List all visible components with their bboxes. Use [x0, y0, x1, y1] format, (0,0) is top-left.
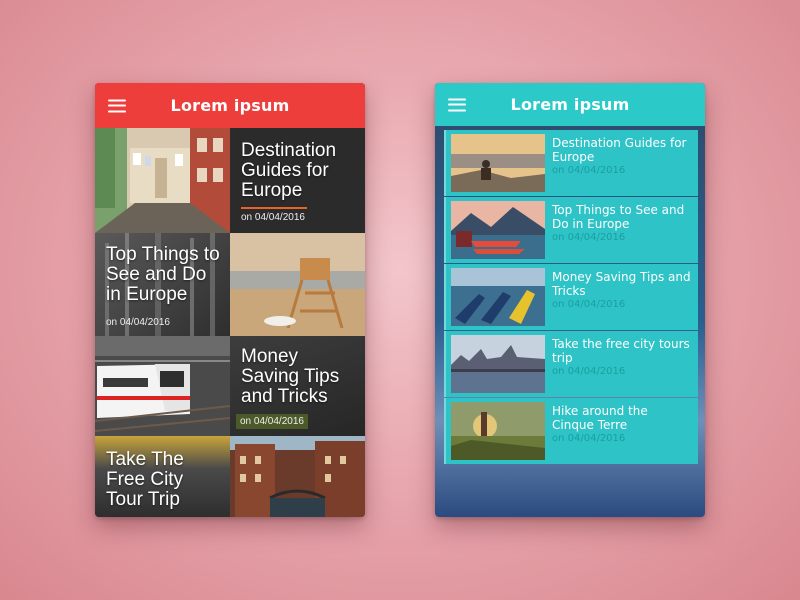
list-item[interactable]: Destination Guides for Europe on 04/04/2… — [444, 130, 698, 196]
hiker-thumbnail — [451, 134, 545, 192]
article-grid: Destination Guides for Europe on 04/04/2… — [95, 128, 365, 517]
beach-photo-tile[interactable] — [230, 233, 365, 336]
warehouse-photo-tile[interactable] — [230, 436, 365, 517]
list-item[interactable]: Take the free city tours trip on 04/04/2… — [444, 331, 698, 397]
accent-divider — [241, 207, 307, 209]
item-date: on 04/04/2016 — [552, 232, 626, 243]
hamburger-menu-icon[interactable] — [448, 98, 466, 111]
left-app-screen: Lorem ipsum Destination Guides for Europ… — [95, 83, 365, 517]
item-title: Money Saving Tips and Tricks — [552, 270, 691, 298]
left-app-bar: Lorem ipsum — [95, 83, 365, 128]
article-list: Destination Guides for Europe on 04/04/2… — [444, 130, 698, 465]
right-app-screen: Lorem ipsum Destination Guides for Europ… — [435, 83, 705, 517]
article-date: on 04/04/2016 — [236, 414, 308, 429]
item-date: on 04/04/2016 — [552, 299, 626, 310]
lake-kayak-thumbnail — [451, 201, 545, 259]
item-date: on 04/04/2016 — [552, 433, 626, 444]
article-title: Take The Free City Tour Trip — [106, 449, 184, 510]
list-item[interactable]: Hike around the Cinque Terre on 04/04/20… — [444, 398, 698, 464]
item-title: Top Things to See and Do in Europe — [552, 203, 685, 231]
cinque-terre-thumbnail — [451, 402, 545, 460]
hamburger-menu-icon[interactable] — [108, 99, 126, 112]
kayaks-thumbnail — [451, 268, 545, 326]
list-item[interactable]: Money Saving Tips and Tricks on 04/04/20… — [444, 264, 698, 330]
item-title: Destination Guides for Europe — [552, 136, 687, 164]
street-photo-tile[interactable] — [95, 128, 230, 233]
prague-bridge-thumbnail — [451, 335, 545, 393]
left-app-title: Lorem ipsum — [170, 96, 290, 115]
article-tile-1[interactable]: Destination Guides for Europe on 04/04/2… — [230, 128, 365, 233]
item-title: Hike around the Cinque Terre — [552, 404, 648, 432]
article-title: Destination Guides for Europe — [241, 140, 337, 201]
article-date: on 04/04/2016 — [241, 212, 305, 223]
item-title: Take the free city tours trip — [552, 337, 690, 365]
train-photo-tile[interactable] — [95, 336, 230, 436]
article-title: Top Things to See and Do in Europe — [106, 244, 220, 305]
right-app-bar: Lorem ipsum — [435, 83, 705, 126]
list-item[interactable]: Top Things to See and Do in Europe on 04… — [444, 197, 698, 263]
item-date: on 04/04/2016 — [552, 165, 626, 176]
article-tile-4[interactable]: Take The Free City Tour Trip — [95, 436, 230, 517]
article-tile-3[interactable]: Money Saving Tips and Tricks on 04/04/20… — [230, 336, 365, 436]
article-tile-2[interactable]: Top Things to See and Do in Europe on 04… — [95, 233, 230, 336]
article-title: Money Saving Tips and Tricks — [241, 346, 340, 407]
article-date: on 04/04/2016 — [106, 317, 170, 328]
item-date: on 04/04/2016 — [552, 366, 626, 377]
right-app-title: Lorem ipsum — [510, 95, 630, 114]
